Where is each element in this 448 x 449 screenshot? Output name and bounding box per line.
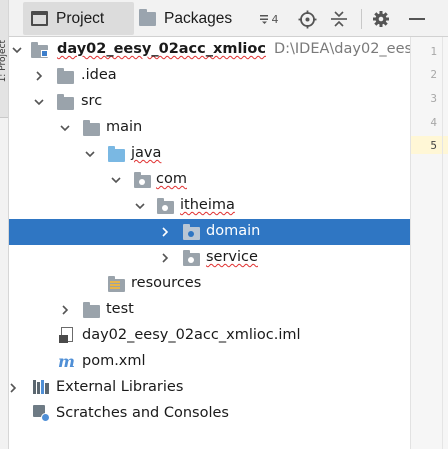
tree-row-domain[interactable]: domain (9, 219, 410, 245)
tree-row-external-libraries[interactable]: External Libraries (9, 375, 410, 401)
editor-gutter: 1 2 3 4 5 (410, 37, 448, 449)
tree-row-iml[interactable]: day02_eesy_02acc_xmlioc.iml (9, 323, 410, 349)
project-icon (31, 11, 48, 26)
tree-item-label: resources (131, 275, 202, 291)
tree-row-resources[interactable]: resources (9, 271, 410, 297)
package-icon (183, 250, 201, 266)
packages-icon (139, 8, 156, 26)
more-tabs-button[interactable]: 4 (254, 8, 284, 30)
tree-item-label: service (206, 249, 258, 265)
collapse-all-icon (331, 11, 347, 27)
folder-icon (83, 302, 101, 318)
tree-item-label: Scratches and Consoles (56, 405, 229, 421)
more-tabs-count: 4 (271, 12, 279, 26)
tree-item-label: java (131, 145, 162, 161)
project-tool-window-tab[interactable]: 1: Project (0, 0, 8, 118)
chevron-down-icon[interactable] (110, 174, 122, 186)
collapse-all-button[interactable] (328, 8, 350, 30)
root-module-label: day02_eesy_02acc_xmlioc D:\IDEA\day02_ees… (57, 41, 448, 57)
tree-row-java[interactable]: java (9, 141, 410, 167)
module-folder-icon (31, 42, 49, 58)
chevron-right-icon[interactable] (59, 304, 71, 316)
tree-row-service[interactable]: service (9, 245, 410, 271)
tree-row-idea[interactable]: .idea (9, 63, 410, 89)
package-icon (134, 172, 152, 188)
list-icon (259, 15, 268, 24)
chevron-down-icon[interactable] (59, 122, 71, 134)
tree-item-label: External Libraries (56, 379, 184, 395)
tree-item-label: day02_eesy_02acc_xmlioc.iml (82, 327, 301, 343)
settings-button[interactable] (370, 8, 392, 30)
tree-row-main[interactable]: main (9, 115, 410, 141)
libraries-icon (33, 380, 51, 396)
tree-item-label: main (106, 119, 143, 135)
tree-row-pom[interactable]: m pom.xml (9, 349, 410, 375)
tree-row-src[interactable]: src (9, 89, 410, 115)
tree-item-label: test (106, 301, 134, 317)
tab-project[interactable]: Project (23, 2, 134, 35)
folder-icon (83, 120, 101, 136)
locate-icon (298, 10, 316, 28)
tab-packages[interactable]: Packages (137, 2, 247, 35)
tree-row-test[interactable]: test (9, 297, 410, 323)
chevron-down-icon[interactable] (134, 200, 146, 212)
tree-row-root[interactable]: day02_eesy_02acc_xmlioc D:\IDEA\day02_ees… (9, 37, 448, 63)
chevron-right-icon[interactable] (159, 252, 171, 264)
source-folder-icon (108, 146, 126, 162)
chevron-down-icon[interactable] (11, 44, 23, 56)
chevron-right-icon[interactable] (159, 226, 171, 238)
package-icon (183, 224, 201, 240)
folder-icon (57, 94, 75, 110)
package-icon (157, 198, 175, 214)
tree-item-label: pom.xml (82, 353, 146, 369)
line-number: 1 (430, 45, 437, 58)
tree-item-label: com (156, 171, 187, 187)
chevron-down-icon[interactable] (84, 148, 96, 160)
gear-icon (373, 11, 389, 27)
line-number: 3 (430, 92, 437, 105)
fold-guide (442, 37, 443, 449)
tree-item-label: domain (206, 223, 261, 239)
chevron-right-icon[interactable] (7, 382, 19, 394)
line-number: 2 (430, 68, 437, 81)
chevron-right-icon[interactable] (33, 70, 45, 82)
scratches-icon (33, 405, 51, 422)
project-tool-window-label: 1: Project (0, 40, 8, 83)
maven-icon: m (58, 352, 75, 371)
tab-packages-label: Packages (164, 9, 233, 27)
line-number: 4 (430, 116, 437, 129)
tree-row-scratches[interactable]: Scratches and Consoles (9, 401, 410, 427)
chevron-down-icon[interactable] (33, 96, 45, 108)
tree-item-label: src (81, 93, 103, 109)
project-toolbar: Project Packages 4 (9, 0, 448, 37)
locate-button[interactable] (296, 8, 318, 30)
hide-icon (409, 18, 425, 20)
tree-row-itheima[interactable]: itheima (9, 193, 410, 219)
tree-item-label: itheima (180, 197, 235, 213)
tree-item-label: .idea (81, 67, 117, 83)
resources-folder-icon (108, 276, 126, 292)
tree-row-com[interactable]: com (9, 167, 410, 193)
hide-button[interactable] (406, 8, 428, 30)
root-module-name: day02_eesy_02acc_xmlioc (57, 41, 266, 57)
project-tree: day02_eesy_02acc_xmlioc D:\IDEA\day02_ees… (9, 37, 448, 449)
line-number: 5 (430, 139, 437, 152)
iml-file-icon (59, 327, 77, 343)
tab-project-label: Project (56, 9, 105, 27)
folder-icon (57, 68, 75, 84)
toolbar-separator (361, 9, 362, 29)
